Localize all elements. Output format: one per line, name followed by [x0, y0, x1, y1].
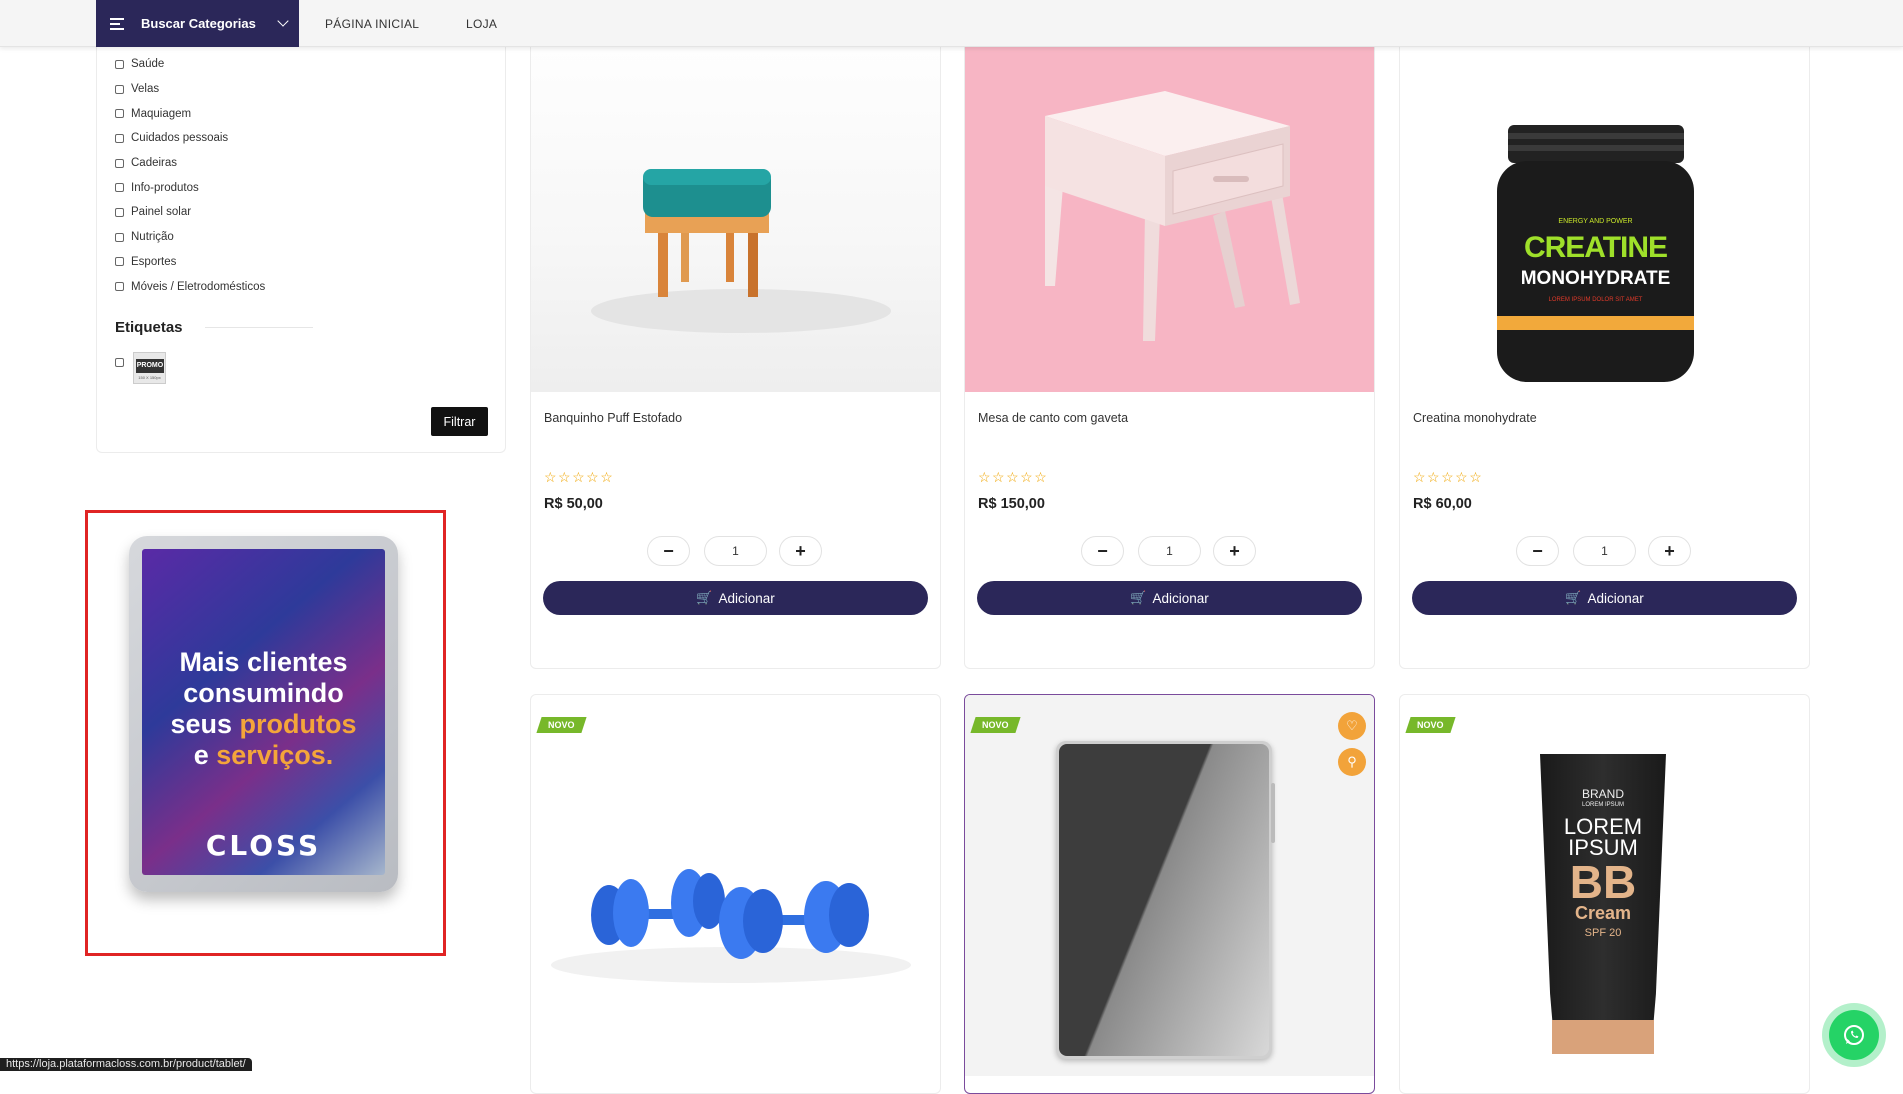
product-price: R$ 50,00: [544, 496, 603, 512]
qty-increase-button[interactable]: +: [779, 536, 822, 566]
rating-stars: ☆☆☆☆☆: [1413, 469, 1484, 485]
new-badge: NOVO: [970, 717, 1021, 733]
qty-input[interactable]: 1: [1573, 536, 1636, 566]
product-image[interactable]: [965, 11, 1374, 392]
whatsapp-icon[interactable]: [1829, 1010, 1879, 1060]
category-item[interactable]: Velas: [115, 77, 265, 102]
checkbox[interactable]: [115, 207, 124, 217]
product-price: R$ 150,00: [978, 496, 1045, 512]
category-item[interactable]: Móveis / Eletrodomésticos: [115, 274, 265, 299]
heart-icon[interactable]: ♡: [1338, 712, 1366, 740]
checkbox[interactable]: [115, 84, 124, 94]
qty-increase-button[interactable]: +: [1213, 536, 1256, 566]
category-item[interactable]: Nutrição: [115, 225, 265, 250]
category-item[interactable]: Cuidados pessoais: [115, 126, 265, 151]
category-item[interactable]: Esportes: [115, 250, 265, 275]
checkbox[interactable]: [115, 183, 124, 193]
ad-headline: Mais clientes consumindo seus produtos e…: [170, 647, 357, 770]
ad-screen: Mais clientes consumindo seus produtos e…: [142, 549, 385, 875]
qty-increase-button[interactable]: +: [1648, 536, 1691, 566]
tags-heading: Etiquetas: [115, 319, 183, 336]
product-image[interactable]: [965, 695, 1374, 1076]
top-navigation-bar: Buscar Categorias PÁGINA INICIAL LOJA: [0, 0, 1903, 47]
product-image[interactable]: [531, 11, 940, 392]
tablet-illustration: Mais clientes consumindo seus produtos e…: [129, 536, 398, 892]
product-card[interactable]: ENERGY AND POWER CREATINE MONOHYDRATE LO…: [1399, 10, 1810, 669]
product-image[interactable]: [531, 695, 940, 1076]
checkbox[interactable]: [115, 59, 124, 69]
checkbox[interactable]: [115, 282, 124, 292]
product-name[interactable]: Creatina monohydrate: [1413, 411, 1537, 425]
tag-checkbox[interactable]: [115, 358, 124, 367]
add-to-cart-button[interactable]: 🛒 Adicionar: [543, 581, 928, 615]
product-name[interactable]: Mesa de canto com gaveta: [978, 411, 1128, 425]
browse-categories-button[interactable]: Buscar Categorias: [96, 0, 299, 47]
category-item[interactable]: Cadeiras: [115, 151, 265, 176]
checkbox[interactable]: [115, 109, 124, 119]
nav-home-link[interactable]: PÁGINA INICIAL: [325, 17, 419, 31]
product-name[interactable]: Banquinho Puff Estofado: [544, 411, 682, 425]
menu-icon: [110, 17, 124, 30]
product-image[interactable]: BRAND LOREM IPSUM LOREM IPSUM BB Cream SP…: [1400, 695, 1809, 1076]
browser-status-bar: https://loja.plataformacloss.com.br/prod…: [0, 1058, 252, 1071]
category-list: Saúde Velas Maquiagem Cuidados pessoais …: [115, 52, 265, 299]
cart-icon: 🛒: [1130, 590, 1147, 605]
qty-decrease-button[interactable]: −: [647, 536, 690, 566]
qty-decrease-button[interactable]: −: [1081, 536, 1124, 566]
cart-icon: 🛒: [1565, 590, 1582, 605]
add-to-cart-button[interactable]: 🛒 Adicionar: [977, 581, 1362, 615]
new-badge: NOVO: [1405, 717, 1456, 733]
browse-categories-label: Buscar Categorias: [141, 16, 256, 31]
new-badge: NOVO: [536, 717, 587, 733]
checkbox[interactable]: [115, 257, 124, 267]
qty-input[interactable]: 1: [704, 536, 767, 566]
search-icon[interactable]: ⚲: [1338, 748, 1366, 776]
filter-panel: Saúde Velas Maquiagem Cuidados pessoais …: [96, 10, 506, 453]
category-item[interactable]: Saúde: [115, 52, 265, 77]
product-card[interactable]: NOVO: [530, 694, 941, 1094]
qty-input[interactable]: 1: [1138, 536, 1201, 566]
category-item[interactable]: Info-produtos: [115, 175, 265, 200]
checkbox[interactable]: [115, 133, 124, 143]
divider: [205, 327, 313, 328]
filter-button[interactable]: Filtrar: [431, 407, 488, 436]
product-card[interactable]: Mesa de canto com gaveta ☆☆☆☆☆ R$ 150,00…: [964, 10, 1375, 669]
nav-shop-link[interactable]: LOJA: [466, 17, 497, 31]
product-card[interactable]: NOVO ♡ ⚲: [964, 694, 1375, 1094]
add-to-cart-button[interactable]: 🛒 Adicionar: [1412, 581, 1797, 615]
closs-logo: CLOSS: [205, 829, 322, 862]
rating-stars: ☆☆☆☆☆: [978, 469, 1049, 485]
product-card[interactable]: BRAND LOREM IPSUM LOREM IPSUM BB Cream SP…: [1399, 694, 1810, 1094]
rating-stars: ☆☆☆☆☆: [544, 469, 615, 485]
product-card[interactable]: Banquinho Puff Estofado ☆☆☆☆☆ R$ 50,00 −…: [530, 10, 941, 669]
qty-decrease-button[interactable]: −: [1516, 536, 1559, 566]
chevron-down-icon: [277, 15, 289, 27]
category-item[interactable]: Painel solar: [115, 200, 265, 225]
ad-banner[interactable]: Mais clientes consumindo seus produtos e…: [85, 510, 446, 956]
product-image[interactable]: ENERGY AND POWER CREATINE MONOHYDRATE LO…: [1400, 11, 1809, 392]
checkbox[interactable]: [115, 232, 124, 242]
promo-tag-image[interactable]: PROMO 150 X 150px: [133, 352, 166, 384]
cart-icon: 🛒: [696, 590, 713, 605]
checkbox[interactable]: [115, 158, 124, 168]
product-price: R$ 60,00: [1413, 496, 1472, 512]
whatsapp-button[interactable]: [1822, 1003, 1892, 1067]
category-item[interactable]: Maquiagem: [115, 101, 265, 126]
